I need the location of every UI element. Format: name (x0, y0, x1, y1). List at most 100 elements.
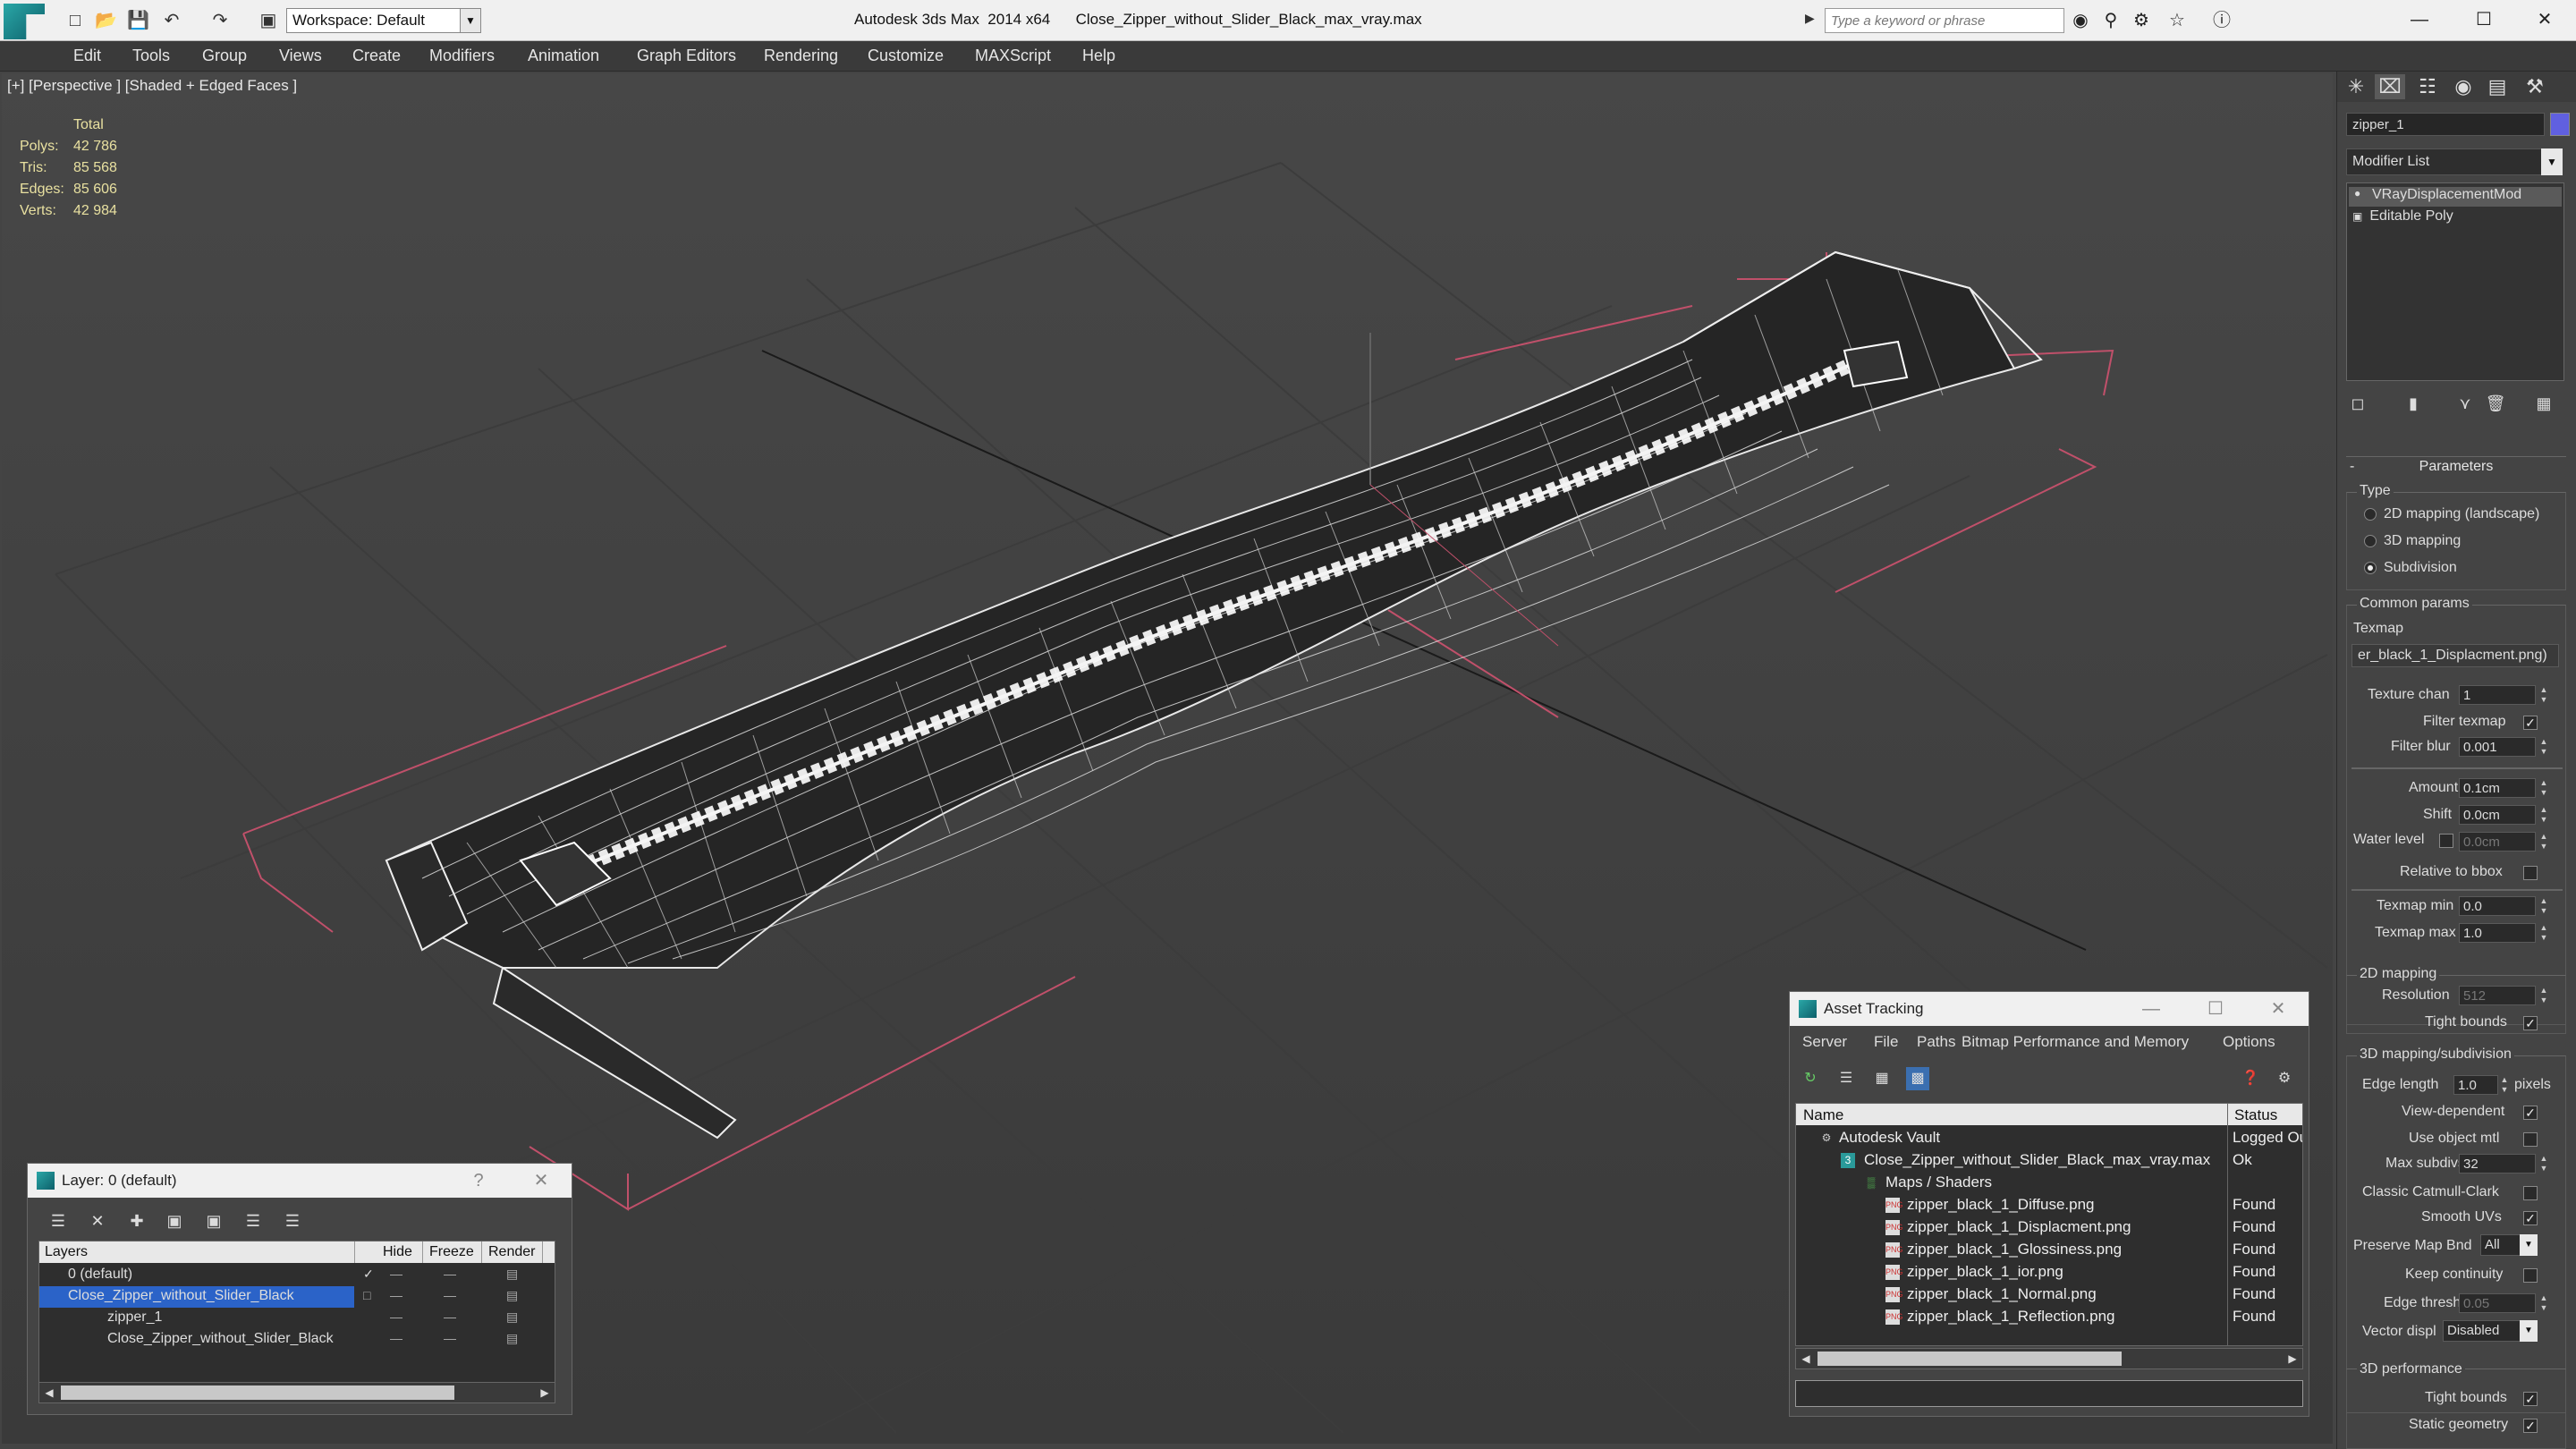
active-layer-box[interactable]: □ (363, 1288, 370, 1302)
active-layer-check-icon[interactable]: ✓ (363, 1267, 374, 1282)
table-view-icon[interactable]: ▦ (1870, 1067, 1894, 1090)
menu-views[interactable]: Views (279, 47, 322, 65)
render-toggle-icon[interactable]: ▤ (506, 1267, 518, 1282)
table-row[interactable]: PNG zipper_black_1_Glossiness.png Found (1796, 1239, 2302, 1261)
stack-item-vraydisplacement[interactable]: ● VRayDisplacementMod (2349, 187, 2562, 207)
use-object-mtl-checkbox[interactable] (2523, 1132, 2538, 1147)
layer-row[interactable]: zipper_1 — — ▤ (39, 1308, 555, 1329)
at-menu-paths[interactable]: Paths (1917, 1033, 1955, 1051)
scrollbar-thumb[interactable] (61, 1385, 454, 1400)
modify-tab-icon[interactable]: ⌧ (2375, 74, 2405, 99)
at-menu-options[interactable]: Options (2223, 1033, 2275, 1051)
perf-tight-bounds-checkbox[interactable]: ✓ (2523, 1392, 2538, 1406)
col-render-header[interactable]: Render (488, 1244, 535, 1260)
chevron-down-icon[interactable]: ▼ (2520, 1320, 2538, 1342)
layer-row[interactable]: Close_Zipper_without_Slider_Black — — ▤ (39, 1329, 555, 1351)
table-row[interactable]: PNG zipper_black_1_Normal.png Found (1796, 1284, 2302, 1306)
stack-item-editable-poly[interactable]: ▣ Editable Poly (2352, 208, 2453, 228)
redo-icon[interactable]: ↷ (209, 10, 231, 31)
col-freeze-header[interactable]: Freeze (429, 1244, 474, 1260)
spinner-arrows-icon[interactable]: ▲ ▼ (2539, 896, 2548, 916)
show-end-result-icon[interactable]: ▮ (2402, 392, 2425, 415)
spinner-arrows-icon[interactable]: ▲ ▼ (2539, 1293, 2548, 1313)
spinner-arrows-icon[interactable]: ▲ ▼ (2539, 778, 2548, 798)
menu-rendering[interactable]: Rendering (764, 47, 838, 65)
scroll-right-icon[interactable]: ▶ (2284, 1350, 2301, 1368)
undo-icon[interactable]: ↶ (161, 10, 182, 31)
viewport-label[interactable]: [+] [Perspective ] [Shaded + Edged Faces… (7, 77, 297, 95)
save-file-icon[interactable]: 💾 (127, 10, 149, 31)
menu-maxscript[interactable]: MAXScript (975, 47, 1051, 65)
hierarchy-tab-icon[interactable]: ☷ (2412, 74, 2443, 99)
shift-input[interactable]: 0.0cm (2459, 805, 2536, 825)
relative-bbox-checkbox[interactable] (2523, 866, 2538, 880)
classic-catmull-checkbox[interactable] (2523, 1186, 2538, 1200)
texture-chan-input[interactable]: 1 (2459, 685, 2536, 705)
create-tab-icon[interactable]: ✳ (2341, 74, 2371, 99)
freeze-toggle[interactable]: — (444, 1331, 456, 1345)
help-icon[interactable]: ❓ (2239, 1067, 2262, 1090)
amount-input[interactable]: 0.1cm (2459, 778, 2536, 798)
spinner-arrows-icon[interactable]: ▲ ▼ (2539, 737, 2548, 757)
spinner-arrows-icon[interactable]: ▲ ▼ (2539, 923, 2548, 943)
spinner-arrows-icon[interactable]: ▲ ▼ (2539, 685, 2548, 705)
open-file-icon[interactable]: 📂 (95, 10, 117, 31)
communication-center-icon[interactable]: ⚙ (2129, 8, 2154, 33)
hide-toggle[interactable]: — (390, 1267, 402, 1281)
maximize-button[interactable]: ☐ (2199, 996, 2232, 1022)
freeze-toggle[interactable]: — (444, 1309, 456, 1324)
spinner-arrows-icon[interactable]: ▲ ▼ (2539, 805, 2548, 825)
hide-toggle[interactable]: — (390, 1331, 402, 1345)
app-logo-icon[interactable] (4, 4, 45, 39)
motion-tab-icon[interactable]: ◉ (2448, 74, 2479, 99)
make-unique-icon[interactable]: ⋎ (2453, 392, 2477, 415)
refresh-icon[interactable]: ↻ (1799, 1067, 1822, 1090)
menu-create[interactable]: Create (352, 47, 401, 65)
menu-tools[interactable]: Tools (132, 47, 170, 65)
asset-table-scrollbar[interactable]: ◀ ▶ (1795, 1348, 2303, 1369)
subscription-icon[interactable]: ⚲ (2098, 8, 2123, 33)
minimize-button[interactable]: — (2135, 996, 2167, 1022)
scroll-right-icon[interactable]: ▶ (537, 1384, 553, 1402)
add-to-layer-icon[interactable]: ✚ (124, 1208, 149, 1233)
hide-toggle[interactable]: — (390, 1309, 402, 1324)
freeze-toggle[interactable]: — (444, 1267, 456, 1281)
spinner-arrows-icon[interactable]: ▲ ▼ (2539, 1154, 2548, 1174)
object-color-swatch[interactable] (2550, 113, 2570, 136)
select-objects-icon[interactable]: ▣ (162, 1208, 187, 1233)
layer-row[interactable]: Close_Zipper_without_Slider_Black □ — — … (39, 1286, 555, 1308)
resolution-input[interactable]: 512 (2459, 986, 2536, 1005)
table-row[interactable]: PNG zipper_black_1_Diffuse.png Found (1796, 1194, 2302, 1216)
chevron-down-icon[interactable]: ▼ (2520, 1234, 2538, 1256)
col-layers-header[interactable]: Layers (45, 1244, 88, 1260)
texmap-min-input[interactable]: 0.0 (2459, 896, 2536, 916)
render-toggle-icon[interactable]: ▤ (506, 1288, 518, 1303)
expand-plus-icon[interactable]: ▣ (2352, 210, 2362, 223)
smooth-uvs-checkbox[interactable]: ✓ (2523, 1211, 2538, 1225)
at-menu-server[interactable]: Server (1802, 1033, 1847, 1051)
layer-row[interactable]: 0 (default) ✓ — — ▤ (39, 1265, 555, 1286)
project-folder-icon[interactable]: ▣ (258, 10, 279, 31)
asset-tracking-titlebar[interactable]: Asset Tracking — ☐ ✕ (1790, 992, 2309, 1026)
view-dependent-checkbox[interactable]: ✓ (2523, 1106, 2538, 1120)
favorites-star-icon[interactable]: ☆ (2165, 8, 2190, 33)
scrollbar-thumb[interactable] (1818, 1352, 2122, 1366)
modifier-list-dropdown[interactable]: Modifier List (2346, 148, 2563, 175)
tight-bounds-checkbox[interactable]: ✓ (2523, 1016, 2538, 1030)
lightbulb-icon[interactable]: ● (2354, 187, 2360, 199)
water-level-input[interactable]: 0.0cm (2459, 832, 2536, 852)
menu-modifiers[interactable]: Modifiers (429, 47, 495, 65)
help-icon[interactable]: ⓘ (2209, 8, 2234, 33)
object-name-field[interactable]: zipper_1 (2346, 113, 2545, 136)
table-row[interactable]: ▒ Maps / Shaders (1796, 1172, 2302, 1194)
highlight-layer-icon[interactable]: ▣ (201, 1208, 226, 1233)
freeze-toggle[interactable]: — (444, 1288, 456, 1302)
configure-sets-icon[interactable]: ▦ (2532, 392, 2555, 415)
table-row[interactable]: ⚙Autodesk VaultLogged Out (1796, 1127, 2302, 1149)
vector-displ-dropdown[interactable]: Disabled (2443, 1320, 2523, 1342)
table-row[interactable]: PNG zipper_black_1_ior.png Found (1796, 1261, 2302, 1284)
filter-texmap-checkbox[interactable]: ✓ (2523, 716, 2538, 730)
hide-all-layers-icon[interactable]: ☰ (241, 1208, 266, 1233)
filter-blur-input[interactable]: 0.001 (2459, 737, 2536, 757)
max-subdivs-input[interactable]: 32 (2459, 1154, 2536, 1174)
